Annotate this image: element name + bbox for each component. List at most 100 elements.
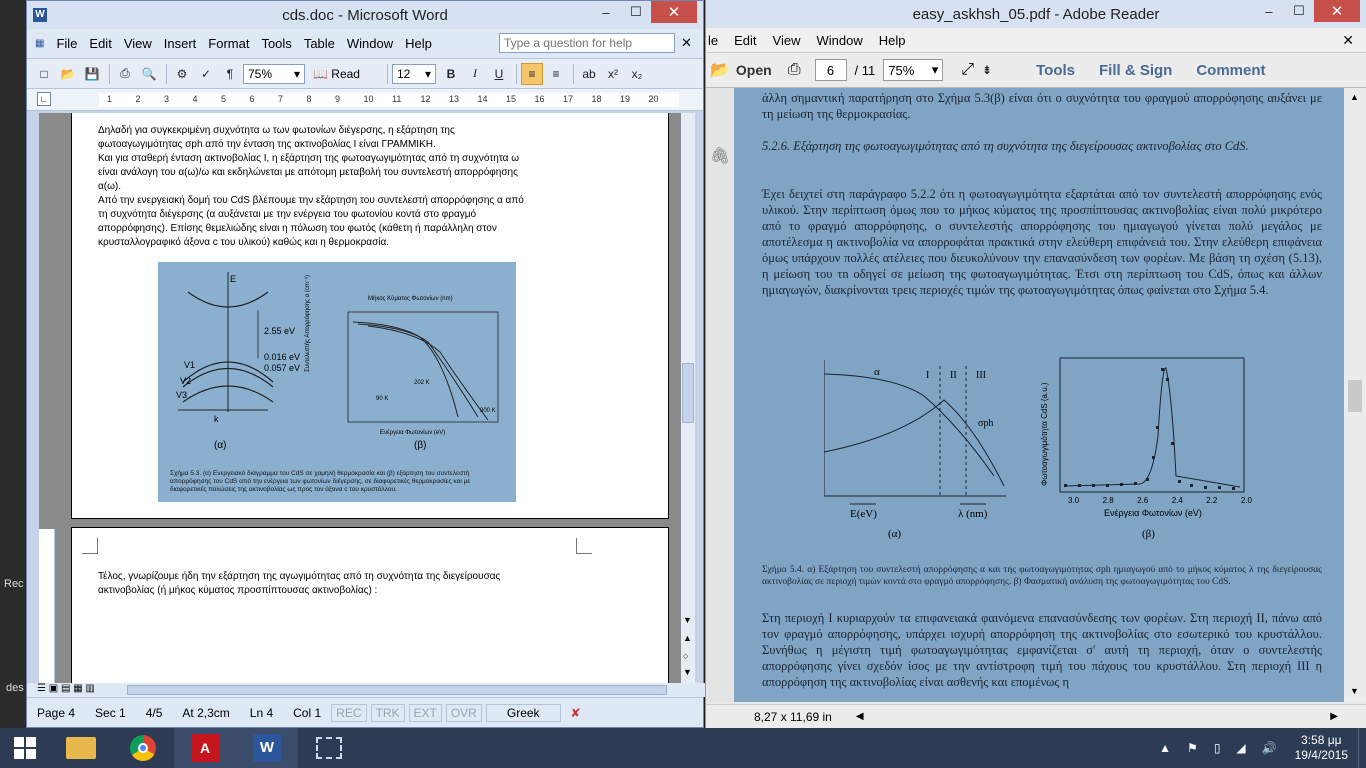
snipping-tool-icon[interactable]	[298, 728, 360, 768]
document-page[interactable]: Δηλαδή για συγκεκριμένη συχνότητα ω των …	[71, 113, 669, 519]
italic-button[interactable]: I	[464, 63, 486, 85]
navigation-pane[interactable]: 🖇	[706, 88, 734, 702]
horizontal-ruler[interactable]: ∟ 1 2 3 4 5 6 7 8 9 10 11 12 13 14 15 16 17 18 19 20	[27, 89, 703, 111]
superscript-button[interactable]: x²	[602, 63, 624, 85]
pdf-viewport[interactable]: άλλη σημαντική παρατήρηση στο Σχήμα 5.3(…	[734, 88, 1344, 702]
view-buttons[interactable]: ☰ ▣ ▤ ▦ ▥	[37, 683, 95, 694]
minimize-button[interactable]: ‒	[591, 1, 621, 23]
word-titlebar[interactable]: W cds.doc - Microsoft Word ‒ ☐ ✕	[27, 1, 703, 29]
maximize-button[interactable]: ☐	[1284, 0, 1314, 22]
h-scroll-thumb[interactable]	[127, 685, 667, 695]
minimize-button[interactable]: ‒	[1254, 0, 1284, 22]
open-button[interactable]: Open	[736, 62, 772, 78]
vertical-scrollbar[interactable]: ▼ ▲ ○ ▼	[681, 113, 695, 683]
doc-icon[interactable]: ▦	[35, 38, 44, 49]
menu-view[interactable]: View	[765, 33, 809, 48]
create-pdf-icon[interactable]: ⎙	[788, 61, 801, 79]
bold-button[interactable]: B	[440, 63, 462, 85]
desktop-icon-label[interactable]: Rec	[4, 578, 24, 590]
subscript-button[interactable]: x₂	[626, 63, 648, 85]
menu-edit[interactable]: Edit	[83, 36, 117, 51]
show-formatting-icon[interactable]: ¶	[219, 63, 241, 85]
battery-icon[interactable]: ▯	[1206, 741, 1229, 755]
horizontal-scrollbar[interactable]: ☰ ▣ ▤ ▦ ▥	[27, 683, 705, 697]
clock[interactable]: 3:58 μμ 19/4/2015	[1285, 733, 1358, 763]
scroll-right-icon[interactable]: ▶	[1330, 711, 1366, 722]
toolbar-options-icon[interactable]: ⇟	[982, 63, 992, 77]
open-folder-icon[interactable]: 📂	[57, 63, 79, 85]
menu-help[interactable]: Help	[399, 36, 438, 51]
status-ext[interactable]: EXT	[408, 703, 442, 722]
scroll-thumb[interactable]	[682, 363, 694, 423]
tab-selector[interactable]: ∟	[37, 92, 51, 106]
menu-help[interactable]: Help	[871, 33, 914, 48]
prev-page-icon[interactable]: ▲	[683, 633, 692, 643]
open-folder-icon[interactable]: 📂	[706, 60, 736, 80]
scroll-thumb[interactable]	[1348, 380, 1362, 412]
network-icon[interactable]: ◢	[1228, 741, 1253, 755]
attachment-icon[interactable]: 🖇	[710, 146, 730, 166]
page-number-input[interactable]	[814, 59, 847, 81]
new-doc-icon[interactable]: □	[33, 63, 55, 85]
help-search-input[interactable]	[499, 33, 675, 53]
zoom-select[interactable]: 75% ▾	[883, 59, 944, 81]
print-preview-icon[interactable]: 🔍	[138, 63, 160, 85]
font-size-select[interactable]: 12 ▾	[392, 63, 436, 84]
menu-table[interactable]: Table	[298, 36, 341, 51]
close-button[interactable]: ✕	[1314, 0, 1360, 22]
scroll-up-icon[interactable]: ▲	[1350, 92, 1359, 102]
show-desktop-button[interactable]	[1358, 728, 1366, 768]
maximize-button[interactable]: ☐	[621, 1, 651, 23]
spelling-status-icon[interactable]: ✘	[561, 706, 591, 720]
underline-button[interactable]: U	[488, 63, 510, 85]
close-button[interactable]: ✕	[651, 1, 697, 23]
tray-chevron-icon[interactable]: ▲	[1151, 741, 1179, 755]
research-icon[interactable]: ⚙	[171, 63, 193, 85]
fit-page-icon[interactable]: ⤢	[961, 61, 974, 79]
pdf-vertical-scrollbar[interactable]: ▲ ▼	[1344, 88, 1366, 702]
start-button[interactable]	[0, 728, 50, 768]
desktop-icon-label[interactable]: des	[6, 682, 24, 694]
print-icon[interactable]: ⎙	[114, 63, 136, 85]
scroll-left-icon[interactable]: ◀	[832, 711, 864, 722]
vertical-ruler[interactable]	[39, 529, 55, 683]
align-left-button[interactable]: ≡	[521, 62, 543, 85]
menu-format[interactable]: Format	[202, 36, 255, 51]
tools-button[interactable]: Tools	[1036, 62, 1075, 79]
fill-sign-button[interactable]: Fill & Sign	[1099, 62, 1172, 79]
figure-5-4a[interactable]: α I II III σph E(eV) λ (nm) (α)	[824, 356, 1024, 542]
menu-edit[interactable]: Edit	[726, 33, 764, 48]
adobe-titlebar[interactable]: easy_askhsh_05.pdf - Adobe Reader ‒ ☐ ✕	[706, 0, 1366, 28]
menu-window[interactable]: Window	[341, 36, 399, 51]
menu-window[interactable]: Window	[808, 33, 870, 48]
volume-icon[interactable]: 🔊	[1254, 741, 1285, 755]
close-doc-icon[interactable]: ✕	[1342, 32, 1366, 49]
status-trk[interactable]: TRK	[370, 703, 405, 722]
document-page[interactable]: Τέλος, γνωρίζουμε ήδη την εξάρτηση της α…	[71, 527, 669, 683]
scroll-down-icon[interactable]: ▼	[1350, 686, 1359, 696]
figure-5-4b[interactable]: 3.0 2.8 2.6 2.4 2.2 2.0 Ενέργεια Φωτονίω…	[1030, 356, 1252, 542]
scroll-down-icon[interactable]: ▼	[683, 615, 692, 625]
menu-file[interactable]: le	[706, 33, 726, 48]
chrome-icon[interactable]	[112, 728, 174, 768]
status-rec[interactable]: REC	[331, 703, 367, 722]
action-center-icon[interactable]: ⚑	[1179, 741, 1206, 755]
browse-object-icon[interactable]: ○	[683, 651, 688, 661]
highlight-icon[interactable]: ab	[578, 63, 600, 85]
close-doc-icon[interactable]: ✕	[681, 35, 692, 51]
figure-5-3[interactable]: E 2.55 eV 0.016 eV 0.057 eV V1 V2 V3 k (…	[158, 262, 516, 502]
menu-view[interactable]: View	[118, 36, 158, 51]
comment-button[interactable]: Comment	[1196, 62, 1265, 79]
menu-tools[interactable]: Tools	[255, 36, 297, 51]
status-language[interactable]: Greek	[485, 703, 561, 722]
menu-file[interactable]: File	[50, 36, 83, 51]
word-icon[interactable]: W	[236, 728, 298, 768]
spelling-icon[interactable]: ✓	[195, 63, 217, 85]
next-page-icon[interactable]: ▼	[683, 667, 692, 677]
file-explorer-icon[interactable]	[50, 728, 112, 768]
status-ovr[interactable]: OVR	[445, 703, 482, 722]
menu-insert[interactable]: Insert	[158, 36, 203, 51]
align-center-button[interactable]: ≡	[545, 63, 567, 85]
read-button[interactable]: 📖 Read	[309, 64, 379, 84]
zoom-select[interactable]: 75% ▾	[243, 63, 305, 84]
